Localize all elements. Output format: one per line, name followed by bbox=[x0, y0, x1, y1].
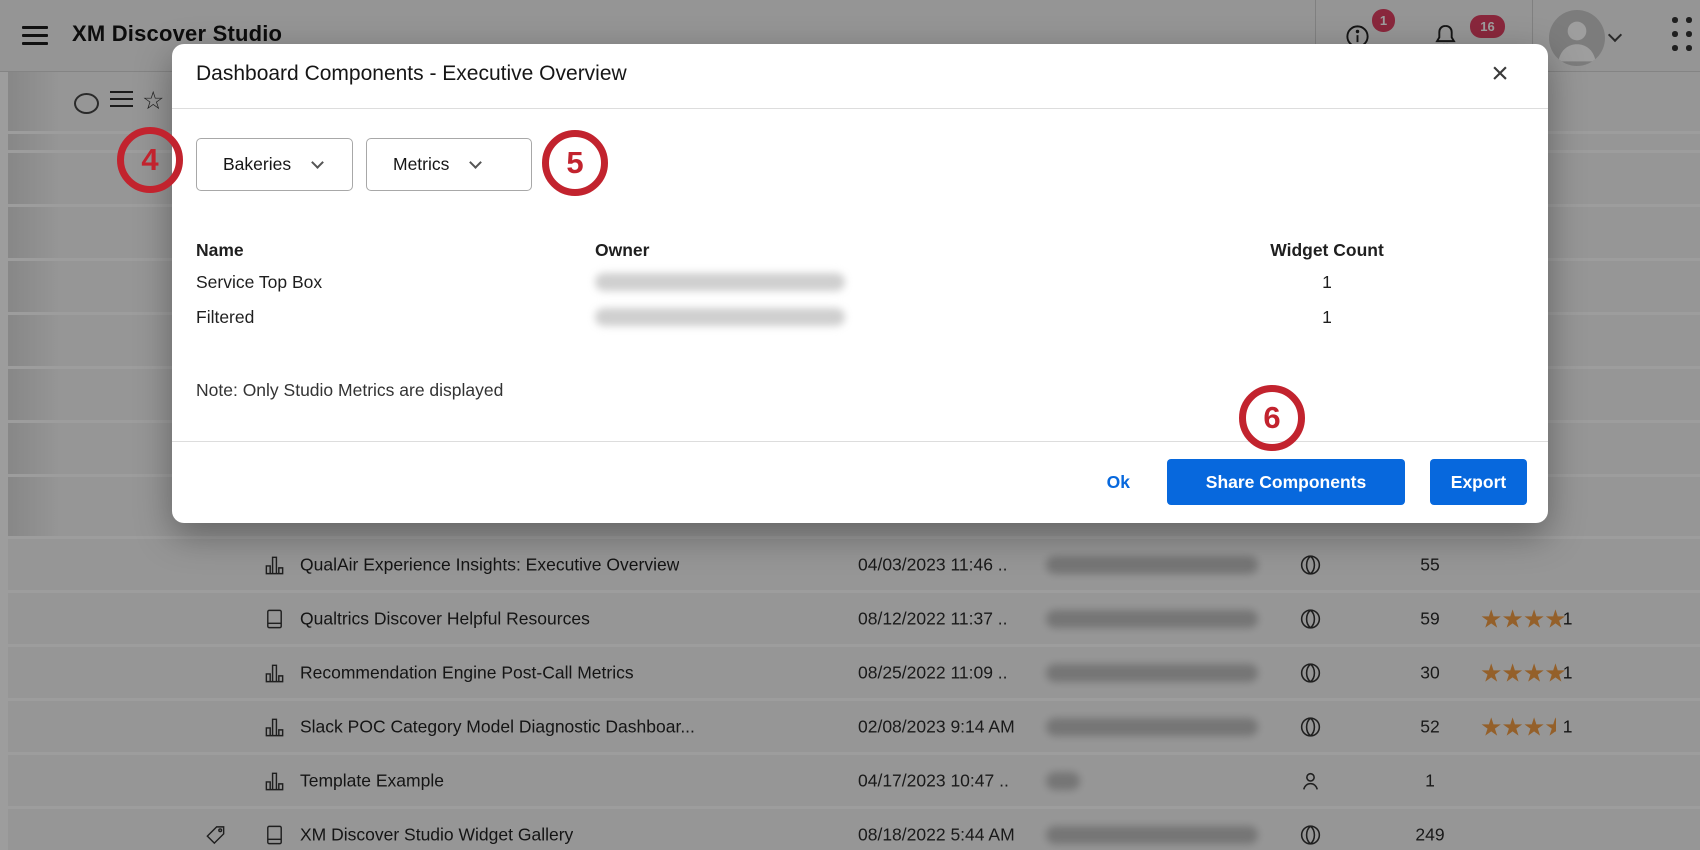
share-components-button[interactable]: Share Components bbox=[1167, 459, 1405, 505]
dialog-header-divider bbox=[172, 108, 1548, 109]
component-name: Service Top Box bbox=[196, 272, 322, 293]
column-header-widget-count: Widget Count bbox=[1257, 240, 1397, 261]
component-name: Filtered bbox=[196, 307, 254, 328]
component-owner bbox=[595, 307, 845, 326]
dialog-note: Note: Only Studio Metrics are displayed bbox=[196, 380, 503, 401]
annotation-circle-5: 5 bbox=[542, 130, 608, 196]
dialog-title: Dashboard Components - Executive Overvie… bbox=[196, 62, 627, 86]
component-owner bbox=[595, 272, 845, 291]
dashboard-components-dialog: Dashboard Components - Executive Overvie… bbox=[172, 44, 1548, 523]
dialog-footer: Ok Share Components Export bbox=[172, 441, 1548, 523]
export-button[interactable]: Export bbox=[1430, 459, 1527, 505]
chevron-down-icon bbox=[470, 156, 483, 169]
annotation-circle-6: 6 bbox=[1239, 385, 1305, 451]
group-dropdown-value: Bakeries bbox=[223, 154, 291, 175]
type-dropdown[interactable]: Metrics bbox=[366, 138, 532, 191]
component-widget-count: 1 bbox=[1257, 272, 1397, 293]
components-table-header: Name Owner Widget Count bbox=[172, 240, 1548, 268]
type-dropdown-value: Metrics bbox=[393, 154, 449, 175]
chevron-down-icon bbox=[311, 156, 324, 169]
annotation-circle-4: 4 bbox=[117, 127, 183, 193]
ok-button[interactable]: Ok bbox=[1107, 472, 1130, 493]
group-dropdown[interactable]: Bakeries bbox=[196, 138, 353, 191]
owner-blurred bbox=[595, 273, 845, 291]
component-row[interactable]: Filtered 1 bbox=[172, 307, 1548, 342]
close-icon[interactable]: × bbox=[1482, 56, 1518, 92]
column-header-owner: Owner bbox=[595, 240, 649, 261]
component-widget-count: 1 bbox=[1257, 307, 1397, 328]
owner-blurred bbox=[595, 308, 845, 326]
column-header-name: Name bbox=[196, 240, 244, 261]
screenshot-stage: XM Discover Studio 1 16 ☆ QualAir bbox=[0, 0, 1700, 850]
component-row[interactable]: Service Top Box 1 bbox=[172, 272, 1548, 307]
